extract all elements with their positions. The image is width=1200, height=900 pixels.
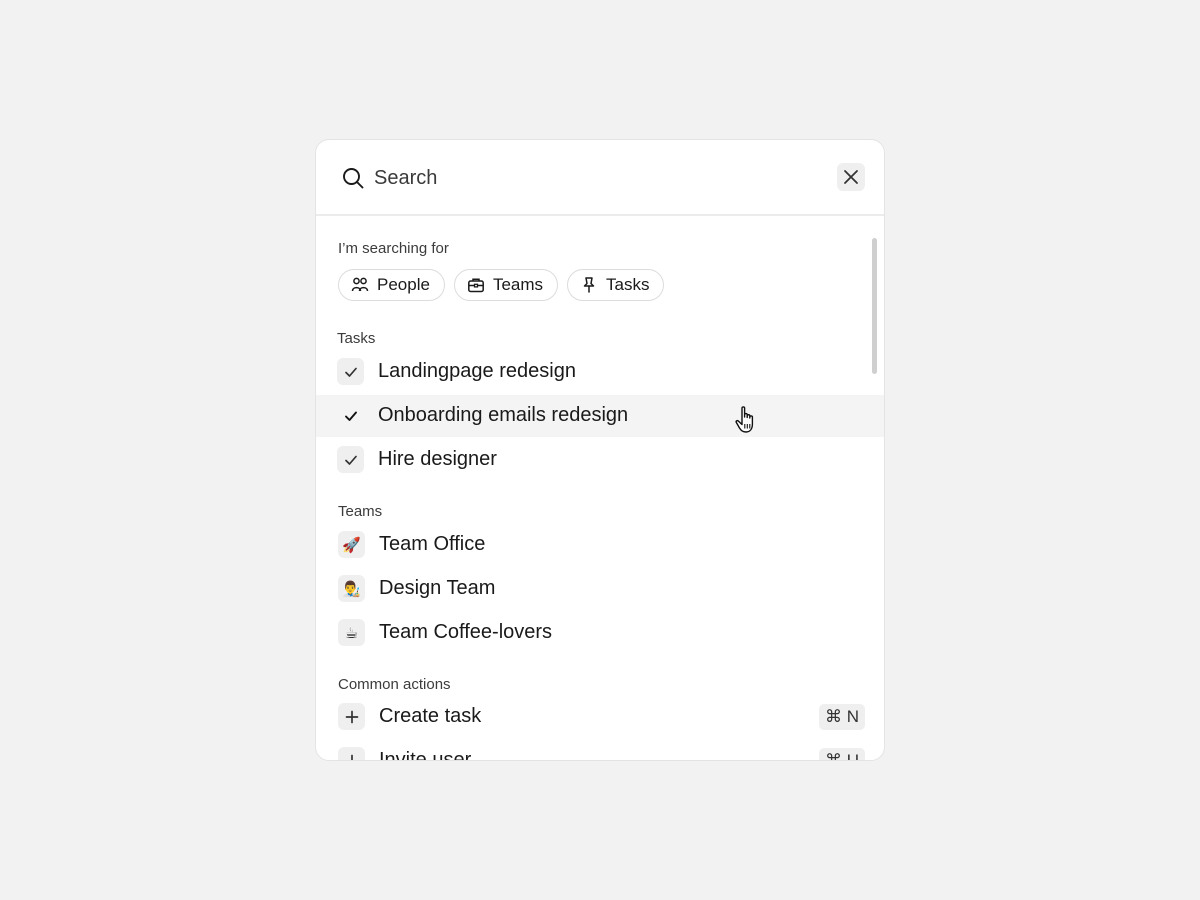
filter-chip-tasks[interactable]: Tasks xyxy=(567,269,665,301)
check-icon xyxy=(337,446,364,473)
search-icon xyxy=(343,168,364,189)
coffee-icon: ☕ xyxy=(338,619,365,646)
pin-icon xyxy=(583,277,595,293)
list-item-team[interactable]: ☕ Team Coffee-lovers xyxy=(316,612,884,654)
people-icon xyxy=(351,277,369,292)
filter-chips: People Teams Tasks xyxy=(338,269,665,301)
filter-chip-label: Tasks xyxy=(606,275,650,294)
shortcut-badge: ⌘ N xyxy=(819,704,865,730)
list-item-task[interactable]: Landingpage redesign xyxy=(316,351,884,393)
tasks-section-label: Tasks xyxy=(337,330,376,347)
create-task-action[interactable]: Create task ⌘ N xyxy=(316,696,884,738)
rocket-icon: 🚀 xyxy=(338,531,365,558)
list-item-label: Invite user xyxy=(379,749,472,761)
filter-chip-label: People xyxy=(377,275,430,294)
plus-icon xyxy=(338,703,365,730)
list-item-team[interactable]: 🚀 Team Office xyxy=(316,524,884,566)
check-icon xyxy=(337,358,364,385)
search-bar xyxy=(316,140,884,216)
invite-user-action[interactable]: Invite user ⌘ U xyxy=(316,740,884,761)
search-input[interactable] xyxy=(374,162,814,194)
plus-icon xyxy=(338,747,365,760)
filter-chip-teams[interactable]: Teams xyxy=(453,269,559,301)
close-icon xyxy=(844,170,858,184)
list-item-team[interactable]: 👨‍🎨 Design Team xyxy=(316,568,884,610)
briefcase-icon xyxy=(467,278,484,293)
list-item-task[interactable]: Hire designer xyxy=(316,439,884,481)
list-item-task-highlighted[interactable]: Onboarding emails redesign xyxy=(316,395,884,437)
filter-chip-label: Teams xyxy=(492,275,544,294)
list-item-label: Design Team xyxy=(379,577,496,599)
scrollbar[interactable] xyxy=(872,238,877,758)
filter-section-label: I’m searching for xyxy=(338,240,449,257)
actions-section-label: Common actions xyxy=(338,676,451,693)
results-list[interactable]: I’m searching for People Teams Tasks Tas… xyxy=(316,216,884,761)
list-item-label: Team Coffee-lovers xyxy=(379,621,553,643)
list-item-label: Create task xyxy=(379,705,482,727)
search-dialog: I’m searching for People Teams xyxy=(315,139,885,761)
filter-chip-people[interactable]: People xyxy=(338,269,445,301)
shortcut-badge: ⌘ U xyxy=(819,748,865,760)
teams-section-label: Teams xyxy=(338,503,383,520)
close-button[interactable] xyxy=(837,163,865,191)
list-item-label: Team Office xyxy=(379,533,486,555)
check-icon xyxy=(337,402,364,429)
list-item-label: Onboarding emails redesign xyxy=(378,404,629,426)
artist-icon: 👨‍🎨 xyxy=(338,575,365,602)
list-item-label: Hire designer xyxy=(378,448,497,470)
list-item-label: Landingpage redesign xyxy=(378,360,576,382)
